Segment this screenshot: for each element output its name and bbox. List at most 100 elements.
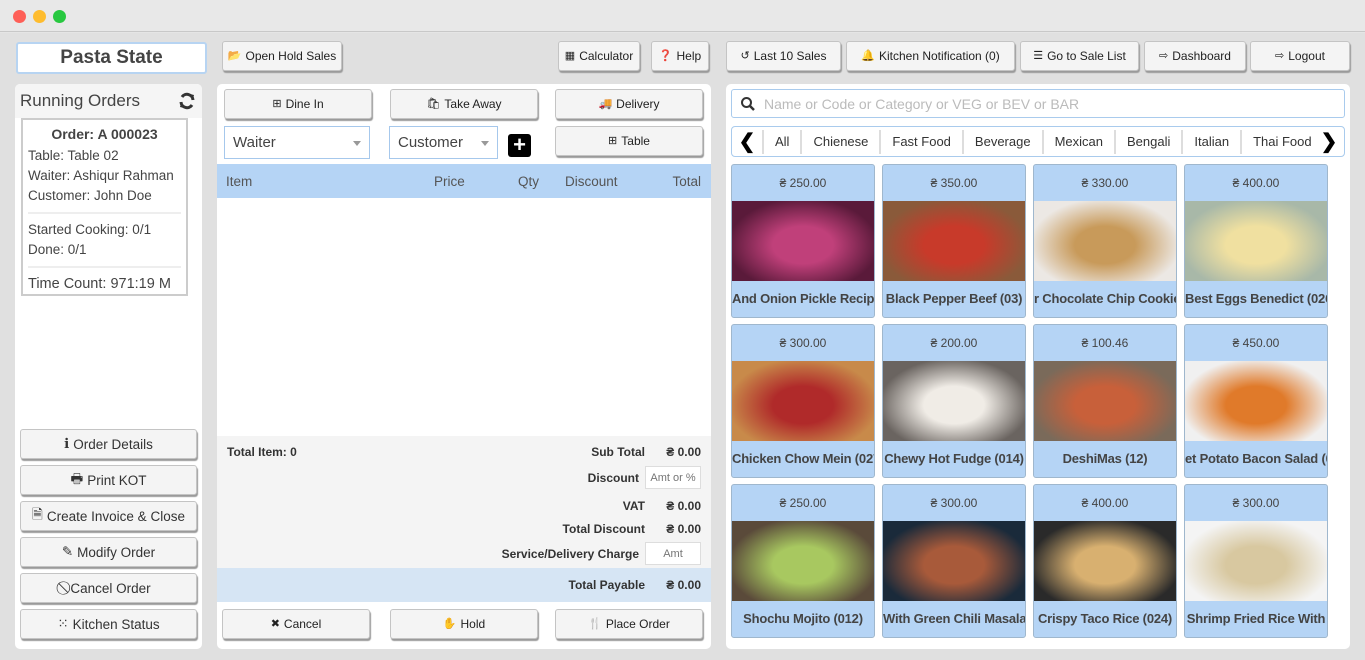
order-customer: Customer: John Doe <box>28 188 152 203</box>
menu-item-image <box>1034 521 1176 601</box>
menu-item-card[interactable]: ₴ 450.00 et Potato Bacon Salad (0 <box>1184 324 1328 478</box>
sign-in-icon: ⇨ <box>1159 49 1169 62</box>
category-tab[interactable]: Bengali <box>1116 129 1184 154</box>
column-price: Price <box>434 174 465 189</box>
logout-button[interactable]: ⇨ Logout <box>1250 41 1350 71</box>
brand-name: Pasta State <box>16 42 207 74</box>
create-invoice-close-button[interactable]: 🗎 Create Invoice & Close <box>20 501 197 531</box>
category-tab[interactable]: Chienese <box>802 129 882 154</box>
cutlery-icon: 🍴 <box>588 617 602 630</box>
menu-item-card[interactable]: ₴ 330.00 r Chocolate Chip Cookies <box>1033 164 1177 318</box>
menu-item-name: Shrimp Fried Rice With <box>1186 611 1326 626</box>
category-tab[interactable]: Italian <box>1183 129 1243 154</box>
last-10-sales-button[interactable]: ↺ Last 10 Sales <box>726 41 841 71</box>
category-tab[interactable]: Fast Food <box>881 129 964 154</box>
category-tab[interactable]: All <box>764 129 803 154</box>
kitchen-status-button[interactable]: ⁙ Kitchen Status <box>20 609 197 639</box>
file-icon: 🗎 <box>32 506 43 522</box>
menu-item-price: ₴ 300.00 <box>930 496 978 510</box>
delivery-button[interactable]: 🚚 Delivery <box>555 89 703 119</box>
hold-button[interactable]: ✋ Hold <box>390 609 538 639</box>
total-payable-label: Total Payable <box>568 578 645 592</box>
go-to-sale-list-button[interactable]: ☰ Go to Sale List <box>1020 41 1139 71</box>
category-tab[interactable]: Mexican <box>1044 129 1116 154</box>
menu-item-image <box>732 201 874 281</box>
close-icon: ✖ <box>270 617 280 630</box>
refresh-icon[interactable] <box>178 92 196 110</box>
menu-item-name: Crispy Taco Rice (024) <box>1037 611 1173 626</box>
help-button[interactable]: ❓ Help <box>651 41 709 71</box>
running-orders-panel: Running Orders Order: A 000023 Table: Ta… <box>15 84 202 649</box>
menu-item-image <box>883 361 1025 441</box>
order-panel: ⊞ Dine In 🛍 Take Away 🚚 Delivery Waiter Cus… <box>217 84 711 649</box>
menu-item-name: Best Eggs Benedict (026) <box>1185 291 1327 306</box>
minimize-window-button[interactable] <box>33 10 46 23</box>
order-number: Order: A 000023 <box>51 126 158 142</box>
window-titlebar <box>0 0 1365 32</box>
list-icon: ☰ <box>1033 49 1044 62</box>
open-hold-sales-button[interactable]: 📂 Open Hold Sales <box>222 41 342 71</box>
menu-item-price: ₴ 300.00 <box>1232 496 1280 510</box>
category-tab[interactable]: Thai Food <box>1242 130 1314 154</box>
order-waiter: Waiter: Ashiqur Rahman <box>28 168 174 183</box>
cancel-button[interactable]: ✖ Cancel <box>222 609 370 639</box>
total-discount-label: Total Discount <box>562 522 645 536</box>
chevron-right-icon[interactable]: ❯ <box>1314 129 1344 154</box>
menu-item-card[interactable]: ₴ 300.00 Shrimp Fried Rice With <box>1184 484 1328 638</box>
menu-item-card[interactable]: ₴ 250.00 And Onion Pickle Recipe <box>731 164 875 318</box>
menu-item-card[interactable]: ₴ 400.00 Crispy Taco Rice (024) <box>1033 484 1177 638</box>
menu-item-card[interactable]: ₴ 350.00 Black Pepper Beef (03) <box>882 164 1026 318</box>
sign-out-icon: ⇨ <box>1275 49 1285 62</box>
running-order-card[interactable]: Order: A 000023 Table: Table 02 Waiter: … <box>21 118 188 296</box>
menu-item-name: et Potato Bacon Salad (0 <box>1185 451 1327 466</box>
table-button[interactable]: ⊞ Table <box>555 126 703 156</box>
service-charge-label: Service/Delivery Charge <box>501 546 639 561</box>
menu-items-grid: ₴ 250.00 And Onion Pickle Recipe ₴ 350.00 B… <box>731 164 1341 644</box>
menu-item-card[interactable]: ₴ 400.00 Best Eggs Benedict (026) <box>1184 164 1328 318</box>
menu-item-card[interactable]: ₴ 250.00 Shochu Mojito (012) <box>731 484 875 638</box>
menu-item-card[interactable]: ₴ 200.00 Chewy Hot Fudge (014) <box>882 324 1026 478</box>
menu-item-card[interactable]: ₴ 300.00 With Green Chili Masala <box>882 484 1026 638</box>
info-circle-icon: ℹ <box>64 436 70 451</box>
menu-item-image <box>732 361 874 441</box>
modify-order-button[interactable]: ✎ Modify Order <box>20 537 197 567</box>
close-window-button[interactable] <box>13 10 26 23</box>
kitchen-notification-button[interactable]: 🔔 Kitchen Notification (0) <box>846 41 1015 71</box>
order-details-button[interactable]: ℹ Order Details <box>20 429 197 459</box>
waiter-select[interactable]: Waiter <box>224 126 370 159</box>
chevron-down-icon <box>481 141 489 146</box>
category-tab[interactable]: Beverage <box>964 129 1044 154</box>
take-away-button[interactable]: 🛍 Take Away <box>390 89 538 119</box>
menu-item-image <box>883 521 1025 601</box>
table-icon: ⊞ <box>272 97 282 110</box>
shopping-bag-icon: 🛍 <box>426 97 441 110</box>
column-item: Item <box>226 174 253 189</box>
history-icon: ↺ <box>740 49 750 62</box>
total-discount-value: ₴ 0.00 <box>666 522 701 536</box>
menu-item-price: ₴ 250.00 <box>779 176 827 190</box>
calculator-button[interactable]: ▦ Calculator <box>558 41 640 71</box>
chevron-left-icon[interactable]: ❮ <box>732 129 762 154</box>
menu-item-name: Chicken Chow Mein (027) <box>732 451 874 466</box>
menu-item-card[interactable]: ₴ 300.00 Chicken Chow Mein (027) <box>731 324 875 478</box>
bell-icon: 🔔 <box>861 49 875 62</box>
place-order-button[interactable]: 🍴 Place Order <box>555 609 703 639</box>
dine-in-button[interactable]: ⊞ Dine In <box>224 89 372 119</box>
dashboard-button[interactable]: ⇨ Dashboard <box>1144 41 1246 71</box>
menu-item-image <box>1185 521 1327 601</box>
print-kot-button[interactable]: 🖶 Print KOT <box>20 465 197 495</box>
plus-icon: + <box>513 132 526 157</box>
menu-search-input[interactable]: Name or Code or Category or VEG or BEV o… <box>731 89 1345 118</box>
menu-item-price: ₴ 350.00 <box>930 176 978 190</box>
discount-input[interactable] <box>645 466 701 489</box>
customer-select[interactable]: Customer <box>389 126 498 159</box>
cancel-order-button[interactable]: ⃠Cancel Order <box>20 573 197 603</box>
spinner-icon: ⁙ <box>57 616 69 631</box>
maximize-window-button[interactable] <box>53 10 66 23</box>
add-customer-button[interactable]: + <box>508 134 531 157</box>
service-charge-input[interactable] <box>645 542 701 565</box>
menu-item-card[interactable]: ₴ 100.46 DeshiMas (12) <box>1033 324 1177 478</box>
order-done: Done: 0/1 <box>28 242 87 257</box>
order-items-list <box>217 198 711 436</box>
table-icon: ⊞ <box>608 134 618 147</box>
